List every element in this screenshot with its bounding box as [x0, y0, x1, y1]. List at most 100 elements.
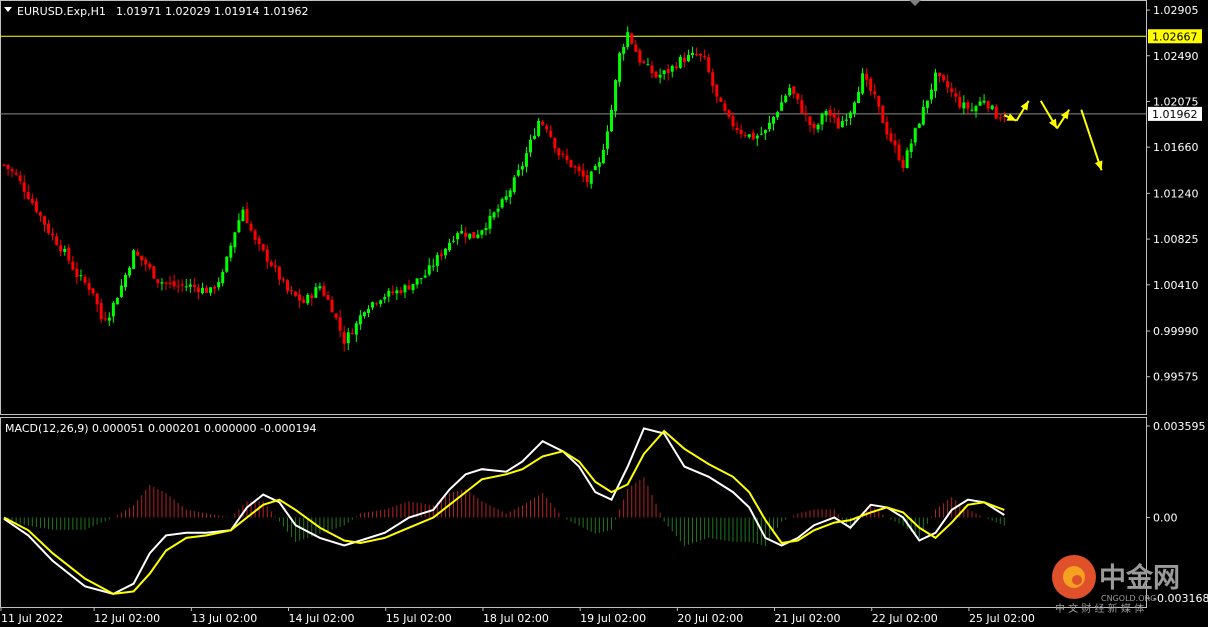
candle-body [812, 123, 816, 129]
candle-body [715, 84, 719, 97]
candle-body [245, 208, 249, 224]
macd-tick-label: 0.003595 [1153, 420, 1206, 433]
candle-body [792, 86, 796, 94]
candle-body [569, 159, 573, 167]
candle-body [164, 282, 168, 284]
candle-body [982, 100, 986, 103]
candle-body [865, 73, 869, 80]
candle-body [144, 259, 148, 265]
candle-body [626, 32, 630, 47]
candle-body [820, 113, 824, 125]
candle-body [707, 57, 711, 72]
candle-body [516, 170, 520, 176]
candle-body [346, 332, 350, 344]
candle-body [407, 285, 411, 290]
candle-body [342, 332, 346, 344]
candle-body [909, 143, 913, 152]
candle-body [257, 238, 261, 244]
candle-body [51, 233, 55, 236]
candle-body [763, 129, 767, 134]
candle-body [22, 182, 26, 192]
candle-body [767, 122, 771, 130]
candle-body [950, 88, 954, 93]
candle-body [180, 284, 184, 286]
candle-body [140, 255, 144, 261]
candle-body [691, 52, 694, 55]
candle-body [160, 282, 164, 284]
macd-label: MACD(12,26,9) 0.000051 0.000201 0.000000… [5, 422, 316, 435]
candle-body [75, 268, 79, 277]
candle-body [2, 164, 6, 166]
candle-body [439, 254, 443, 256]
candle-body [776, 112, 780, 118]
candle-body [500, 199, 504, 208]
candle-body [686, 55, 690, 62]
candle-body [310, 295, 314, 299]
candle-body [221, 271, 225, 284]
candle-body [828, 109, 832, 116]
candle-body [573, 166, 577, 168]
candle-body [488, 215, 492, 229]
candle-body [703, 55, 707, 57]
candle-body [38, 212, 42, 216]
candle-body [658, 74, 662, 78]
candle-body [103, 318, 107, 320]
candle-body [205, 287, 208, 293]
price-axis: 1.02667 1.01962 1.02905 1.02490 1.02075 1.016… [1146, 4, 1202, 384]
candle-body [622, 46, 626, 54]
candle-body [901, 159, 905, 168]
candle-body [367, 309, 370, 313]
candle-body [545, 125, 549, 130]
candle-body [476, 234, 480, 238]
candle-body [990, 105, 994, 110]
candle-body [200, 287, 204, 294]
candle-body [375, 303, 379, 305]
candle-body [213, 286, 217, 289]
candle-body [537, 120, 541, 136]
candle-body [682, 57, 686, 62]
candle-body [638, 50, 642, 63]
candle-body [605, 131, 609, 149]
candle-body [176, 285, 180, 287]
candle-body [225, 256, 229, 272]
candle-body [618, 53, 622, 82]
candle-body [533, 135, 537, 139]
candle-body [306, 294, 310, 304]
candle-body [492, 212, 496, 218]
candle-body [565, 155, 569, 160]
candle-body [589, 171, 593, 184]
candle-body [857, 91, 861, 104]
candle-body [395, 290, 399, 294]
price-tick-label: 1.00410 [1153, 279, 1199, 292]
candle-body [26, 192, 30, 199]
candle-body [889, 133, 893, 142]
candle-body [107, 317, 111, 321]
chart-window[interactable]: 1.02667 1.01962 1.02905 1.02490 1.02075 1.016… [0, 0, 1208, 627]
candle-body [614, 80, 618, 112]
candle-body [601, 149, 605, 164]
candle-body [759, 133, 763, 135]
candle-body [630, 33, 634, 44]
candle-body [18, 175, 22, 181]
candle-body [861, 73, 865, 94]
candle-body [277, 266, 281, 280]
candle-body [387, 290, 391, 297]
candle-body [561, 153, 565, 155]
candle-body [634, 44, 638, 52]
time-tick-label: 19 Jul 02:00 [580, 612, 646, 625]
candle-body [354, 323, 358, 335]
candle-body [978, 101, 982, 106]
candle-body [34, 201, 38, 212]
candle-body [549, 130, 553, 137]
candle-body [929, 89, 933, 100]
candle-body [484, 228, 488, 231]
candle-body [646, 64, 650, 66]
watermark-sub: 中 文 财 经 新 媒 体 [1055, 602, 1144, 615]
candle-body [832, 114, 836, 118]
candle-body [844, 119, 848, 121]
candle-body [314, 287, 318, 298]
candle-body [755, 135, 759, 139]
price-tick-label: 1.01240 [1153, 187, 1199, 200]
candle-body [184, 286, 188, 288]
candle-body [942, 75, 946, 81]
